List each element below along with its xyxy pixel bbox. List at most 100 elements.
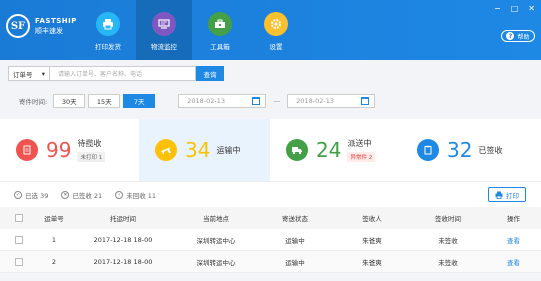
toolbox-icon [208, 12, 232, 36]
search-type-value: 订单号 [13, 70, 33, 79]
cell-ship-time: 2017-12-18 18-00 [93, 235, 153, 244]
maximize-icon[interactable]: □ [511, 4, 519, 13]
gear-icon [264, 12, 288, 36]
stat-in-transit[interactable]: 34 运输中 [139, 119, 270, 181]
cross-circle-icon: ✕ [61, 190, 70, 199]
search-type-select[interactable]: 订单号 ▾ [8, 66, 50, 81]
nav-toolbox[interactable]: 工具箱 [192, 0, 248, 60]
filter-selected[interactable]: ✓ 已选 39 [14, 190, 48, 200]
cell-waybill: 1 [51, 235, 57, 244]
range-buttons: 30天 15天 7天 [53, 94, 158, 108]
search-input[interactable]: 请输入订单号、客户名称、电话 [50, 66, 196, 81]
calendar-icon [252, 97, 261, 105]
help-button[interactable]: ? 帮助 [501, 30, 535, 42]
top-bar: SF FASTSHIP 顺丰速发 打印发货 物流监控 工具箱 设置 − □ ✕ … [0, 0, 541, 60]
brand-name-en: FASTSHIP [35, 17, 77, 25]
stat-count: 34 [185, 138, 211, 162]
brand-logo: SF FASTSHIP 顺丰速发 [6, 14, 77, 38]
printer-icon [495, 191, 503, 199]
stat-count: 32 [447, 138, 473, 162]
nav-label: 工具箱 [210, 43, 230, 51]
cell-status: 运输中 [285, 258, 305, 267]
monitor-icon [152, 12, 176, 36]
view-link[interactable]: 查看 [486, 235, 541, 245]
view-link[interactable]: 查看 [486, 257, 541, 267]
stat-out-for-delivery[interactable]: 24 派送中 异常件 2 [270, 119, 401, 181]
select-all-checkbox[interactable] [15, 214, 23, 222]
row-checkbox[interactable] [15, 257, 23, 266]
stat-count: 24 [316, 138, 342, 162]
search-button[interactable]: 查询 [196, 66, 224, 81]
document-icon [16, 139, 38, 161]
caret-down-icon: ▾ [41, 69, 45, 78]
start-date-input[interactable]: 2018-02-13 [178, 94, 267, 108]
help-icon: ? [506, 32, 515, 40]
cell-ship-time: 2017-12-18 18-00 [93, 257, 153, 266]
range-7-days-button[interactable]: 7天 [123, 94, 156, 108]
brand-name-cn: 顺丰速发 [35, 27, 63, 35]
minimize-icon[interactable]: − [494, 4, 501, 13]
filter-label: 未回收 11 [126, 191, 157, 200]
col-header-waybill: 运单号 [44, 215, 64, 223]
col-header-action: 操作 [507, 215, 520, 223]
end-date-value: 2018-02-13 [296, 97, 334, 105]
print-label: 打印 [506, 191, 519, 200]
table-row: 2 2017-12-18 18-00 深圳转运中心 运输中 朱爸爽 未签收 查看 [0, 251, 541, 273]
range-15-days-button[interactable]: 15天 [88, 94, 121, 108]
filter-signed[interactable]: ✕ 已签收 21 [61, 190, 102, 200]
cell-status: 运输中 [285, 236, 305, 245]
cell-location: 深圳转运中心 [196, 236, 236, 245]
nav-logistics-monitor[interactable]: 物流监控 [136, 0, 192, 60]
filter-not-returned[interactable]: ‹ 未回收 11 [115, 190, 156, 200]
nav-label: 物流监控 [151, 43, 177, 51]
unprinted-badge: 未打印 1 [77, 152, 106, 162]
check-circle-icon: ✓ [14, 190, 22, 199]
clipboard-icon [417, 139, 439, 161]
range-30-days-button[interactable]: 30天 [53, 94, 86, 108]
printer-icon [96, 12, 120, 36]
row-checkbox[interactable] [15, 235, 23, 244]
ship-time-label: 寄件时间: [19, 98, 48, 106]
help-label: 帮助 [517, 33, 530, 41]
table-row: 1 2017-12-18 18-00 深圳转运中心 运输中 朱爸爽 未签收 查看 [0, 229, 541, 251]
col-header-ship-time: 托运时间 [110, 215, 136, 223]
arrow-circle-icon: ‹ [115, 190, 124, 199]
print-button[interactable]: 打印 [488, 187, 526, 202]
cell-signer: 朱爸爽 [362, 258, 382, 267]
nav-print-ship[interactable]: 打印发货 [80, 0, 136, 60]
main-nav: 打印发货 物流监控 工具箱 设置 [80, 0, 304, 60]
shipment-table: 运单号 托运时间 当前地点 寄送状态 签收人 签收时间 操作 1 2017-12… [0, 207, 541, 273]
window-controls: − □ ✕ [494, 4, 535, 13]
cell-sign-time: 未签收 [438, 236, 458, 245]
stat-label: 运输中 [216, 145, 241, 155]
stat-signed[interactable]: 32 已签收 [401, 119, 541, 181]
stat-label: 已签收 [478, 145, 503, 155]
stat-count: 99 [46, 138, 72, 162]
close-icon[interactable]: ✕ [528, 4, 535, 13]
calendar-icon [361, 97, 370, 105]
filter-label: 已签收 21 [72, 191, 103, 200]
truck-icon [286, 139, 308, 161]
col-header-sign-time: 签收时间 [435, 215, 461, 223]
filter-label: 已选 39 [25, 191, 49, 200]
exception-badge: 异常件 2 [347, 152, 376, 162]
nav-label: 打印发货 [95, 43, 121, 51]
status-summary: 99 待揽收 未打印 1 34 运输中 24 派送中 异常件 2 32 已签收 [0, 119, 541, 181]
stat-label: 派送中 [347, 139, 372, 148]
cell-signer: 朱爸爽 [362, 236, 382, 245]
cell-sign-time: 未签收 [438, 258, 458, 267]
search-bar: 订单号 ▾ 请输入订单号、客户名称、电话 查询 [8, 66, 224, 81]
col-header-signer: 签收人 [362, 215, 382, 223]
plane-icon [155, 139, 177, 161]
col-header-status: 寄送状态 [282, 215, 308, 223]
date-separator: — [273, 97, 281, 105]
nav-settings[interactable]: 设置 [248, 0, 304, 60]
sf-logo-icon: SF [6, 14, 30, 38]
col-header-location: 当前地点 [203, 215, 229, 223]
cell-waybill: 2 [51, 257, 57, 266]
stat-pending-pickup[interactable]: 99 待揽收 未打印 1 [0, 119, 139, 181]
date-filter-bar: 寄件时间: 30天 15天 7天 2018-02-13 — 2018-02-13 [0, 88, 541, 114]
start-date-value: 2018-02-13 [187, 97, 225, 105]
end-date-input[interactable]: 2018-02-13 [287, 94, 376, 108]
selection-filter-bar: ✓ 已选 39 ✕ 已签收 21 ‹ 未回收 11 打印 [0, 181, 541, 207]
